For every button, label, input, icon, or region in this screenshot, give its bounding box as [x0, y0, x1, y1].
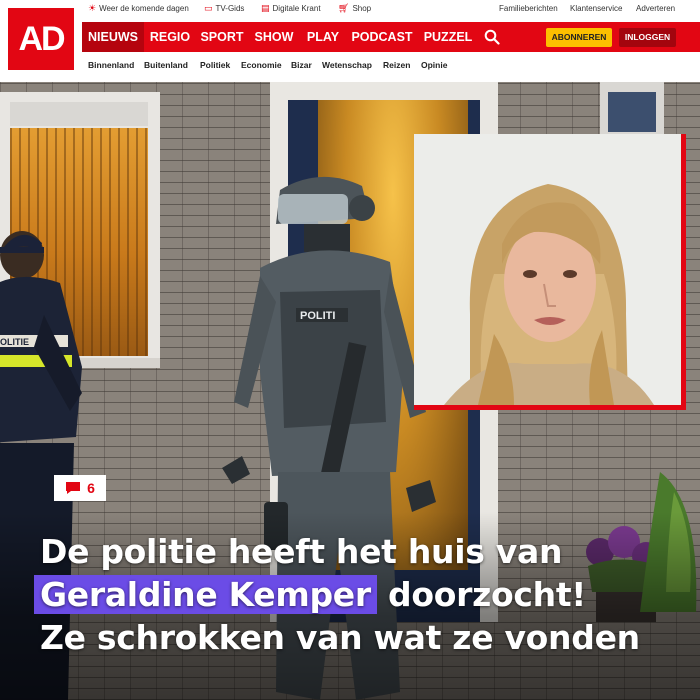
headline-line-3: Ze schrokken van wat ze vonden [40, 618, 640, 657]
newspaper-icon: ▤ [261, 3, 270, 13]
headline-line-2-rest: doorzocht! [376, 575, 587, 614]
nav-item-regio[interactable]: REGIO [144, 22, 196, 52]
subnav-item-binnenland[interactable]: Binnenland [88, 60, 134, 70]
woman-portrait-image [414, 134, 681, 405]
nav-item-nieuws[interactable]: NIEUWS [82, 22, 144, 52]
headline-highlight-name: Geraldine Kemper [34, 575, 377, 614]
comment-count: 6 [87, 480, 95, 496]
main-nav: NIEUWS REGIO SPORT SHOW PLAY PODCAST PUZ… [82, 22, 700, 52]
vest-text: POLITIE [0, 337, 29, 347]
topbar-item-digitale-krant[interactable]: ▤ Digitale Krant [261, 3, 321, 14]
comment-icon [66, 482, 81, 494]
topbar-label: Weer de komende dagen [99, 4, 189, 13]
topbar-item-shop[interactable]: 🛒︎ Shop [338, 3, 372, 14]
topbar-link-klantenservice[interactable]: Klantenservice [570, 4, 622, 13]
login-button[interactable]: INLOGGEN [619, 28, 676, 47]
topbar-link-adverteren[interactable]: Adverteren [636, 4, 675, 13]
topbar-label: TV-Gids [215, 4, 245, 13]
topbar-label: Shop [352, 4, 372, 13]
logo-text: AD [18, 19, 65, 58]
nav-item-puzzel[interactable]: PUZZEL [418, 22, 478, 52]
article-hero[interactable]: POLITIE POLITI [0, 82, 700, 700]
weather-icon: ☀ [88, 3, 97, 13]
subnav-item-buitenland[interactable]: Buitenland [144, 60, 188, 70]
top-utility-bar: ☀ Weer de komende dagen ▭ TV-Gids ▤ Digi… [86, 0, 700, 20]
topbar-item-weather[interactable]: ☀ Weer de komende dagen [88, 3, 189, 14]
subnav-item-bizar[interactable]: Bizar [291, 60, 312, 70]
house-window-right [600, 82, 664, 136]
sub-nav: Binnenland Buitenland Politiek Economie … [86, 58, 700, 74]
cart-icon: 🛒︎ [338, 3, 350, 13]
subscribe-button[interactable]: ABONNEREN [546, 28, 612, 47]
topbar-link-familieberichten[interactable]: Familieberichten [499, 4, 558, 13]
subnav-item-reizen[interactable]: Reizen [383, 60, 410, 70]
article-headline[interactable]: De politie heeft het huis van Geraldine … [34, 530, 690, 659]
subnav-item-politiek[interactable]: Politiek [200, 60, 230, 70]
headline-line-1: De politie heeft het huis van [40, 532, 563, 571]
subnav-item-economie[interactable]: Economie [241, 60, 282, 70]
tv-icon: ▭ [204, 3, 213, 13]
nav-item-show[interactable]: SHOW [248, 22, 300, 52]
site-logo[interactable]: AD [8, 8, 74, 70]
nav-item-sport[interactable]: SPORT [196, 22, 248, 52]
subnav-item-wetenschap[interactable]: Wetenschap [322, 60, 372, 70]
search-icon[interactable] [484, 29, 500, 45]
officer-vest-text: POLITI [300, 310, 335, 322]
topbar-item-tv-gids[interactable]: ▭ TV-Gids [204, 3, 245, 14]
subnav-item-opinie[interactable]: Opinie [421, 60, 447, 70]
headline-line-2: Geraldine Kemper doorzocht! [34, 573, 690, 616]
topbar-label: Digitale Krant [272, 4, 321, 13]
nav-item-podcast[interactable]: PODCAST [346, 22, 418, 52]
site-header: AD ☀ Weer de komende dagen ▭ TV-Gids ▤ D… [0, 0, 700, 80]
nav-item-play[interactable]: PLAY [300, 22, 346, 52]
comment-count-badge[interactable]: 6 [54, 475, 106, 501]
inset-portrait [414, 134, 686, 410]
